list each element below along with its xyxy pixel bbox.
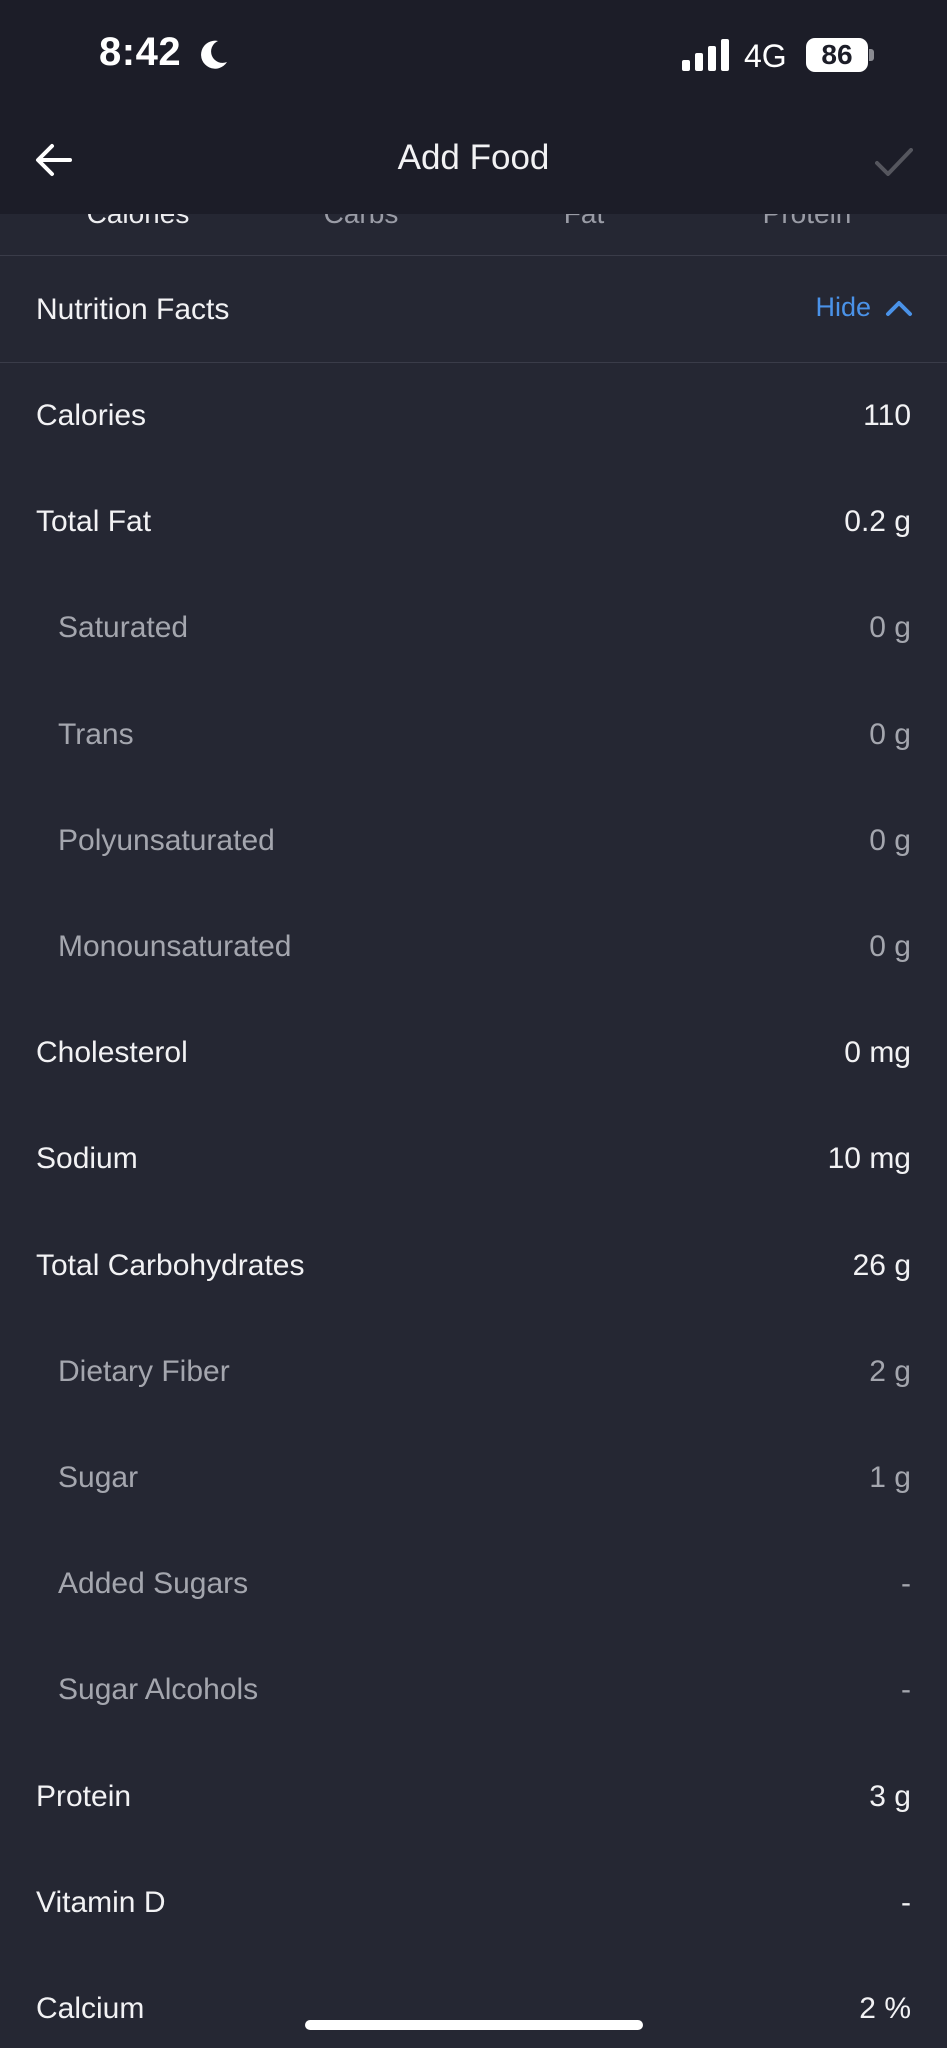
nutrient-value: 3 g — [869, 1779, 911, 1813]
nutrient-name: Sodium — [36, 1142, 138, 1176]
nutrient-value: 0 g — [869, 823, 911, 857]
nutrient-row-trans: Trans 0 g — [0, 682, 947, 788]
nutrient-name: Sugar — [58, 1460, 139, 1494]
home-indicator[interactable] — [305, 2020, 643, 2030]
hide-label: Hide — [815, 292, 871, 322]
nutrition-facts-header: Nutrition Facts Hide — [0, 256, 947, 363]
nutrient-row-monounsaturated: Monounsaturated 0 g — [0, 894, 947, 1000]
nutrient-name: Monounsaturated — [58, 930, 292, 964]
nutrient-value: 2 g — [869, 1354, 911, 1388]
nutrient-row-total-carbohydrates: Total Carbohydrates 26 g — [0, 1213, 947, 1319]
nutrient-name: Vitamin D — [36, 1885, 166, 1919]
nutrient-name: Calories — [36, 399, 147, 433]
nutrient-name: Protein — [36, 1779, 132, 1813]
nutrient-value: 0 g — [869, 717, 911, 751]
chevron-up-icon — [886, 300, 912, 316]
nutrient-name: Dietary Fiber — [58, 1354, 230, 1388]
status-time: 8:42 — [99, 30, 182, 74]
page-title: Add Food — [397, 138, 550, 177]
nutrient-name: Saturated — [58, 611, 189, 645]
nutrient-row-polyunsaturated: Polyunsaturated 0 g — [0, 788, 947, 894]
nutrient-row-sugar: Sugar 1 g — [0, 1425, 947, 1531]
nutrient-row-cholesterol: Cholesterol 0 mg — [0, 1000, 947, 1106]
nutrient-name: Sugar Alcohols — [58, 1673, 259, 1707]
nutrient-row-added-sugars: Added Sugars - — [0, 1531, 947, 1637]
nutrient-row-calories: Calories 110 — [0, 363, 947, 469]
nutrient-name: Polyunsaturated — [58, 823, 275, 857]
nutrient-name: Trans — [58, 717, 134, 751]
nutrient-row-vitamin-d: Vitamin D - — [0, 1850, 947, 1956]
nutrient-row-calcium: Calcium 2 % — [0, 1956, 947, 2048]
nutrient-value: - — [901, 1673, 911, 1707]
top-bar: 8:42 4G 86 Add Food — [0, 0, 947, 214]
nutrient-name: Total Carbohydrates — [36, 1248, 305, 1282]
nutrient-name: Total Fat — [36, 505, 152, 539]
nutrient-value: - — [901, 1567, 911, 1601]
network-type: 4G — [744, 38, 787, 74]
nutrient-value: 0 mg — [844, 1036, 911, 1070]
nutrient-name: Added Sugars — [58, 1567, 249, 1601]
checkmark-icon — [875, 148, 913, 176]
nutrient-name: Calcium — [36, 1991, 145, 2025]
nutrient-row-sodium: Sodium 10 mg — [0, 1106, 947, 1212]
confirm-button[interactable] — [866, 136, 922, 188]
nutrient-value: 0 g — [869, 930, 911, 964]
signal-bars-icon — [682, 39, 729, 71]
nutrient-value: 26 g — [852, 1248, 911, 1282]
nutrient-value: 110 — [863, 399, 911, 433]
moon-icon — [201, 40, 227, 69]
nutrient-value: - — [901, 1885, 911, 1919]
nutrient-row-saturated: Saturated 0 g — [0, 575, 947, 681]
nutrition-facts-title: Nutrition Facts — [36, 293, 230, 326]
hide-toggle-button[interactable]: Hide — [815, 292, 913, 323]
nutrient-row-protein: Protein 3 g — [0, 1743, 947, 1849]
add-food-screen: 8:42 4G 86 Add Food Calories Carbs Fat — [0, 0, 947, 2048]
nutrient-row-dietary-fiber: Dietary Fiber 2 g — [0, 1319, 947, 1425]
battery-tip — [869, 49, 874, 61]
nutrient-value: 1 g — [869, 1460, 911, 1494]
nutrient-name: Cholesterol — [36, 1036, 188, 1070]
nutrient-value: 0.2 g — [844, 505, 911, 539]
nutrient-row-sugar-alcohols: Sugar Alcohols - — [0, 1637, 947, 1743]
nutrient-list: Calories 110 Total Fat 0.2 g Saturated 0 g … — [0, 363, 947, 2048]
battery-icon: 86 — [806, 38, 868, 72]
nutrient-value: 10 mg — [827, 1142, 911, 1176]
nutrient-row-total-fat: Total Fat 0.2 g — [0, 469, 947, 575]
nutrient-value: 0 g — [869, 611, 911, 645]
nutrient-value: 2 % — [859, 1991, 911, 2025]
